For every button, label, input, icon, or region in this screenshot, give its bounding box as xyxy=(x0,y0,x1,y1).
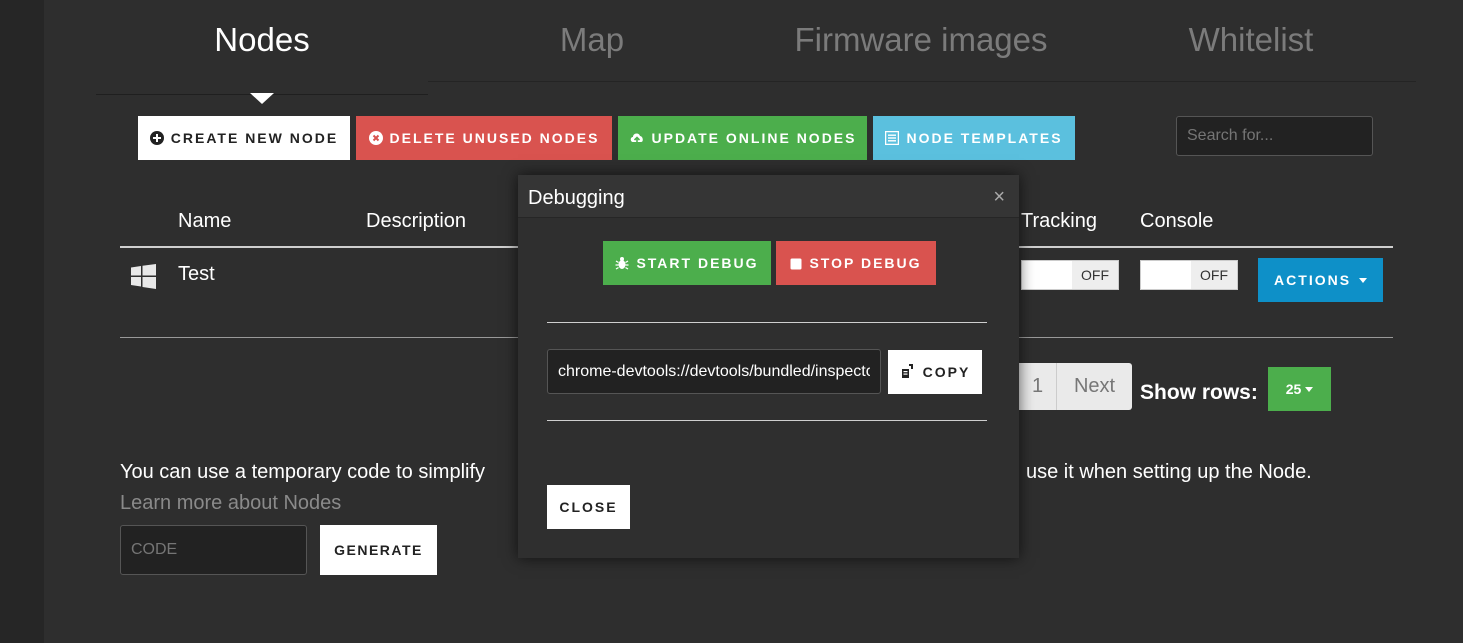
cloud-upload-icon xyxy=(629,118,645,162)
modal-divider-top xyxy=(547,322,987,323)
node-templates-label: NODE TEMPLATES xyxy=(906,130,1063,146)
modal-close-icon[interactable]: × xyxy=(993,186,1005,209)
modal-close-button[interactable]: CLOSE xyxy=(547,485,630,529)
temp-code-info-right: use it when setting up the Node. xyxy=(1026,461,1312,483)
tracking-toggle-state: OFF xyxy=(1072,261,1118,289)
learn-more-link[interactable]: Learn more about Nodes xyxy=(120,492,341,515)
sidebar-shade xyxy=(0,0,44,643)
temp-code-info-left: You can use a temporary code to simplify xyxy=(120,461,486,483)
stop-icon xyxy=(790,243,802,287)
column-header-name: Name xyxy=(178,210,232,232)
tab-bar: Nodes Map Firmware images Whitelist xyxy=(96,0,1416,95)
search-input[interactable] xyxy=(1176,116,1373,156)
generate-button[interactable]: GENERATE xyxy=(320,525,437,575)
devtools-url-input[interactable] xyxy=(547,349,881,394)
rows-per-page-dropdown[interactable]: 25 xyxy=(1268,367,1331,411)
tab-map[interactable]: Map xyxy=(428,0,756,82)
tab-whitelist[interactable]: Whitelist xyxy=(1086,0,1416,82)
console-toggle[interactable]: OFF xyxy=(1140,260,1238,290)
caret-down-icon xyxy=(1358,278,1367,283)
tab-nodes[interactable]: Nodes xyxy=(96,0,428,95)
tab-firmware-images[interactable]: Firmware images xyxy=(756,0,1086,82)
column-header-console: Console xyxy=(1140,210,1214,232)
actions-label: ACTIONS xyxy=(1274,272,1352,288)
start-debug-button[interactable]: START DEBUG xyxy=(603,241,771,285)
node-name[interactable]: Test xyxy=(178,263,215,286)
start-debug-label: START DEBUG xyxy=(636,255,759,271)
list-alt-icon xyxy=(885,118,900,162)
active-tab-caret xyxy=(250,93,274,104)
plus-circle-icon xyxy=(149,118,164,162)
update-online-nodes-button[interactable]: UPDATE ONLINE NODES xyxy=(618,116,867,160)
column-header-tracking: Tracking xyxy=(1021,210,1097,232)
copy-button[interactable]: COPY xyxy=(888,350,982,394)
delete-unused-nodes-label: DELETE UNUSED NODES xyxy=(389,130,600,146)
create-new-node-label: CREATE NEW NODE xyxy=(170,130,339,146)
tracking-toggle[interactable]: OFF xyxy=(1021,260,1119,290)
show-rows-label: Show rows: xyxy=(1140,381,1258,404)
code-input[interactable] xyxy=(120,525,307,575)
pagination-next[interactable]: Next xyxy=(1057,363,1132,410)
copy-label: COPY xyxy=(922,364,971,380)
actions-dropdown-button[interactable]: ACTIONS xyxy=(1258,258,1383,302)
create-new-node-button[interactable]: CREATE NEW NODE xyxy=(138,116,350,160)
delete-unused-nodes-button[interactable]: DELETE UNUSED NODES xyxy=(356,116,612,160)
modal-title: Debugging xyxy=(528,187,625,209)
copy-icon xyxy=(900,352,916,396)
modal-header: Debugging × xyxy=(518,175,1019,218)
stop-debug-button[interactable]: STOP DEBUG xyxy=(776,241,936,285)
caret-down-icon xyxy=(1305,387,1314,392)
times-circle-icon xyxy=(368,118,383,162)
column-header-description: Description xyxy=(366,210,467,232)
bug-icon xyxy=(615,243,629,287)
pagination-page-1[interactable]: 1 xyxy=(1019,363,1057,410)
stop-debug-label: STOP DEBUG xyxy=(809,255,922,271)
rows-per-page-value: 25 xyxy=(1285,381,1302,397)
console-toggle-state: OFF xyxy=(1191,261,1237,289)
windows-icon xyxy=(131,264,156,294)
tab-divider xyxy=(428,81,1416,82)
modal-divider-bottom xyxy=(547,420,987,421)
debugging-modal: Debugging × START DEBUG STOP DEBUG COPY … xyxy=(518,175,1019,558)
node-templates-button[interactable]: NODE TEMPLATES xyxy=(873,116,1075,160)
update-online-nodes-label: UPDATE ONLINE NODES xyxy=(651,130,857,146)
